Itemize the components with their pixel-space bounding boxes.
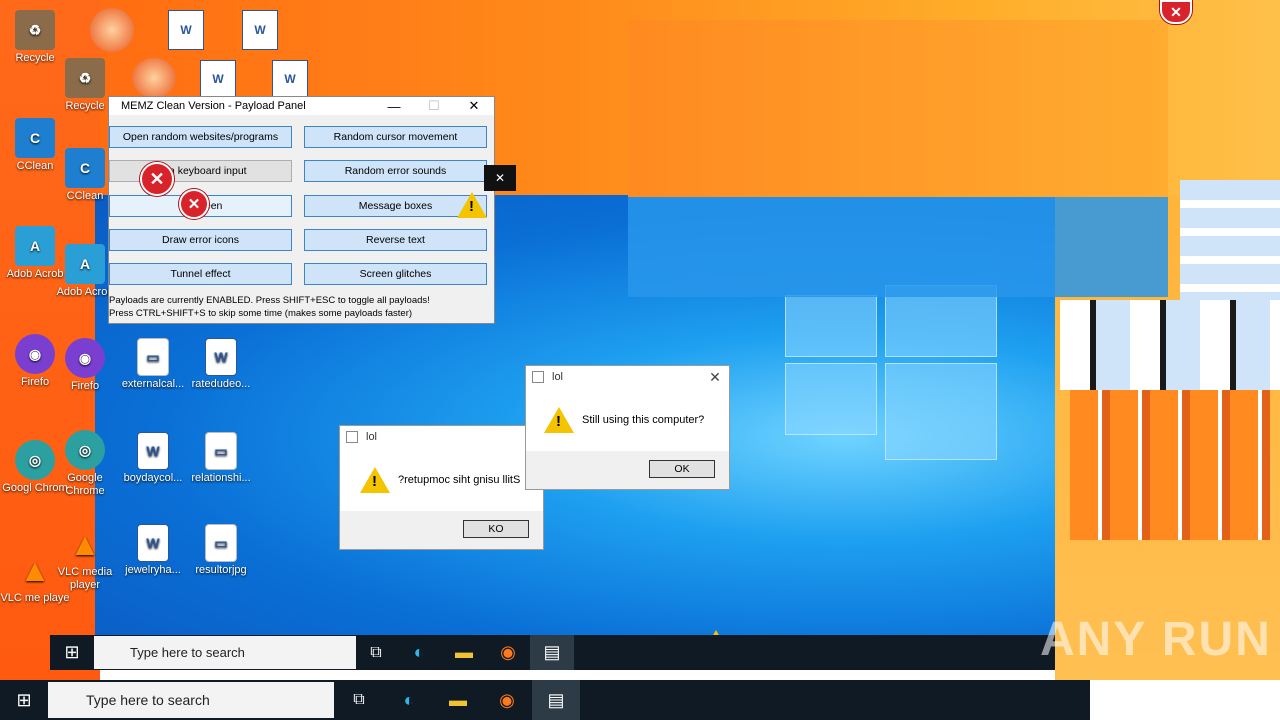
payload-error-sounds-button[interactable]: Random error sounds [304,160,487,182]
file-explorer-icon[interactable]: ▬ [442,642,486,663]
word-doc-icon: W [205,338,237,376]
word-doc-icon: W [137,524,169,562]
dialog-titlebar[interactable]: lol [340,426,543,448]
panel-titlebar[interactable]: MEMZ Clean Version - Payload Panel — ☐ ✕ [109,97,494,115]
payload-tunnel-effect-button[interactable]: Tunnel effect [109,263,292,285]
close-icon[interactable]: ✕ [701,369,729,386]
firefox-icon: ◉ [65,338,105,378]
payload-status-note: Payloads are currently ENABLED. Press SH… [109,295,430,319]
ok-button[interactable]: OK [649,460,715,478]
minimize-icon[interactable]: — [374,99,414,114]
vlc-icon: ▲ [69,525,101,562]
payload-screen-glitches-button[interactable]: Screen glitches [304,263,487,285]
vlc-icon: ▲ [19,551,51,588]
recycle-bin-icon: ♻ [65,58,105,98]
ok-button[interactable]: KO [463,520,529,538]
desktop-icon-recycle-bin[interactable]: ♻ Recycle [0,10,70,65]
app-icon [532,371,544,383]
close-icon: ✕ [484,165,516,191]
taskbar-glitch-copy: ⊞ Type here to search ⧉ ◐ ▬ ◉ ▤ [50,635,1055,670]
error-icon: ✕ [179,189,209,219]
edge-taskbar-icon[interactable]: ◐ [384,690,434,711]
edge-taskbar-icon[interactable]: ◐ [396,642,442,663]
taskbar-search-input[interactable]: Type here to search [94,636,356,669]
recycle-bin-icon: ♻ [15,10,55,50]
desktop-icon-chrome[interactable]: ◎ Google Chrome [50,430,120,498]
maximize-icon: ☐ [428,98,440,113]
error-icon: ✕ [140,162,174,196]
dialog-titlebar[interactable]: lol ✕ [526,366,729,388]
task-view-icon[interactable]: ⧉ [356,644,396,662]
windows-logo-pane [885,363,997,460]
taskbar-search-input[interactable]: Type here to search [48,682,334,718]
file-explorer-icon[interactable]: ▬ [434,690,482,711]
glitch-block [628,197,1168,297]
taskbar: ⊞ Type here to search ⧉ ◐ ▬ ◉ ▤ [0,680,1090,720]
chrome-icon: ◎ [65,430,105,470]
anyrun-watermark: ANY RUN [1040,613,1272,666]
windows-logo-pane [785,295,877,357]
desktop-icon-firefox[interactable]: ◉ Firefo [50,338,120,393]
memz-taskbar-icon[interactable]: ▤ [530,635,574,670]
windows-start-icon[interactable]: ⊞ [50,642,94,663]
image-file-icon: ▭ [205,524,237,562]
desktop-file[interactable]: ▭ resultorjpg [186,524,256,577]
dialog-message: Still using this computer? [582,414,705,426]
firefox-taskbar-icon[interactable]: ◉ [482,690,532,711]
dialog-message: ?retupmoc siht gnisu llitS [398,474,521,486]
glitch-stripes [1180,180,1280,300]
panel-title: MEMZ Clean Version - Payload Panel [121,100,306,112]
close-icon[interactable]: ✕ [454,98,494,114]
glitch-stripes [1060,300,1280,390]
ccleaner-icon: C [65,148,105,188]
message-box-reversed: lol ! ?retupmoc siht gnisu llitS KO [339,425,544,550]
image-file-icon: ▭ [137,338,169,376]
firefox-icon: ◉ [15,334,55,374]
payload-open-websites-button[interactable]: Open random websites/programs [109,126,292,148]
payload-draw-error-icons-button[interactable]: Draw error icons [109,229,292,251]
warning-icon: ! [457,192,487,218]
word-doc-icon: W [137,432,169,470]
desktop-file[interactable]: W ratedudeo... [186,338,256,391]
payload-reverse-text-button[interactable]: Reverse text [304,229,487,251]
desktop-file[interactable]: W jewelryha... [118,524,188,577]
payload-cursor-movement-button[interactable]: Random cursor movement [304,126,487,148]
payload-keyboard-input-button[interactable]: dom keyboard input [109,160,292,182]
glitch-block [628,20,1168,197]
chrome-icon: ◎ [15,440,55,480]
adobe-acrobat-icon: A [15,226,55,266]
word-doc-icon[interactable]: W [200,60,236,98]
word-doc-icon[interactable]: W [168,10,204,50]
ccleaner-icon: C [15,118,55,158]
word-doc-icon[interactable]: W [272,60,308,98]
memz-taskbar-icon[interactable]: ▤ [532,680,580,720]
message-box: lol ✕ ! Still using this computer? OK [525,365,730,490]
warning-icon: ! [360,467,390,493]
desktop-file[interactable]: W boydaycol... [118,432,188,485]
word-doc-icon[interactable]: W [242,10,278,50]
windows-logo-pane [785,363,877,435]
edge-icon[interactable] [132,58,176,98]
image-file-icon: ▭ [205,432,237,470]
desktop-file[interactable]: ▭ relationshi... [186,432,256,485]
windows-start-icon[interactable]: ⊞ [0,690,48,711]
firefox-taskbar-icon[interactable]: ◉ [486,642,530,663]
desktop-icon-vlc[interactable]: ▲ VLC media player [50,524,120,592]
error-icon: ✕ [1160,0,1192,24]
warning-icon: ! [544,407,574,433]
task-view-icon[interactable]: ⧉ [334,691,384,709]
payload-panel-window: MEMZ Clean Version - Payload Panel — ☐ ✕… [108,96,495,324]
edge-icon[interactable] [90,8,134,52]
app-icon [346,431,358,443]
adobe-acrobat-icon: A [65,244,105,284]
glitch-stripes [1070,390,1270,540]
desktop-file[interactable]: ▭ externalcal... [118,338,188,391]
